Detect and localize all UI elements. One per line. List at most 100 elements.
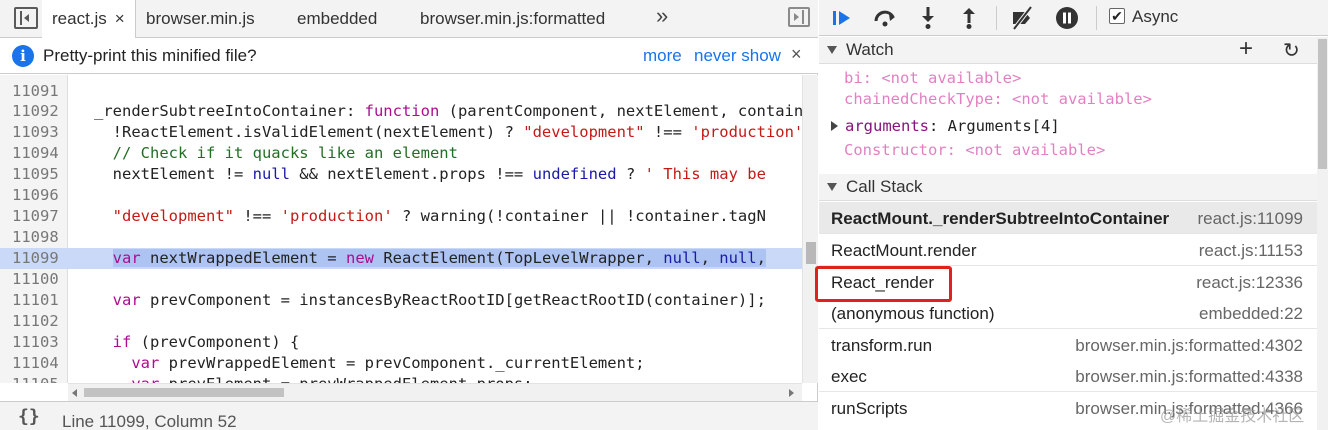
code-line[interactable]: 11091 — [0, 81, 802, 102]
code-line[interactable]: 11096 — [0, 185, 802, 206]
code-line[interactable]: 11094 // Check if it quacks like an elem… — [0, 143, 802, 164]
annotation-highlight-box — [815, 266, 952, 302]
add-watch-button[interactable]: + — [1239, 35, 1253, 63]
toolbar-divider — [996, 6, 997, 30]
pretty-print-button[interactable]: {} — [18, 406, 40, 427]
line-number[interactable]: 11103 — [0, 332, 68, 353]
more-tabs-icon[interactable]: » — [656, 3, 668, 29]
resume-icon[interactable] — [829, 5, 855, 31]
close-icon[interactable]: × — [791, 44, 802, 65]
step-over-icon[interactable] — [872, 5, 898, 31]
code-text: nextElement != null && nextElement.props… — [94, 165, 766, 183]
line-number[interactable]: 11092 — [0, 101, 68, 122]
more-link[interactable]: more — [643, 46, 682, 66]
watch-item[interactable]: chainedCheckType: <not available> — [819, 90, 1317, 114]
line-number[interactable]: 11100 — [0, 269, 68, 290]
section-title: Watch — [846, 40, 894, 59]
code-text: var nextWrappedElement = new ReactElemen… — [112, 249, 766, 267]
code-text: if (prevComponent) { — [112, 333, 300, 351]
toggle-navigator-icon[interactable] — [14, 7, 38, 29]
line-number[interactable]: 11094 — [0, 143, 68, 164]
expand-triangle-icon[interactable] — [831, 121, 838, 131]
frame-location[interactable]: embedded:22 — [1199, 304, 1303, 324]
frame-location[interactable]: browser.min.js:formatted:4302 — [1075, 336, 1303, 356]
deactivate-breakpoints-icon[interactable] — [1009, 5, 1035, 31]
frame-location[interactable]: react.js:12336 — [1196, 273, 1303, 293]
tab-embedded[interactable]: embedded — [297, 0, 377, 38]
line-number[interactable]: 11096 — [0, 185, 68, 206]
watch-expression: arguments — [845, 117, 929, 135]
code-line[interactable]: 11102 — [0, 311, 802, 332]
cursor-position: Line 11099, Column 52 — [62, 412, 237, 430]
line-number[interactable]: 11105 — [0, 374, 68, 383]
call-frame[interactable]: exec browser.min.js:formatted:4338 — [819, 360, 1317, 392]
watch-value: <not available> — [965, 141, 1106, 159]
code-line-current[interactable]: 11099 var nextWrappedElement = new React… — [0, 248, 802, 269]
code-line[interactable]: 11097 "development" !== 'production' ? w… — [0, 206, 802, 227]
scrollbar-thumb[interactable] — [84, 388, 284, 397]
infobar-message: Pretty-print this minified file? — [43, 46, 257, 65]
line-number[interactable]: 11099 — [0, 248, 68, 269]
sidebar-scrollbar[interactable] — [1317, 37, 1328, 430]
close-icon[interactable]: × — [115, 9, 125, 28]
line-number[interactable]: 11091 — [0, 81, 68, 102]
call-frame[interactable]: ReactMount.render react.js:11153 — [819, 234, 1317, 266]
code-line[interactable]: 11101 var prevComponent = instancesByRea… — [0, 290, 802, 311]
refresh-watch-button[interactable]: ↻ — [1283, 38, 1300, 63]
line-number[interactable]: 11093 — [0, 122, 68, 143]
pause-on-exceptions-icon[interactable] — [1054, 5, 1080, 31]
code-editor[interactable]: 11091 11092 _renderSubtreeIntoContainer: … — [0, 75, 802, 383]
scroll-right-icon[interactable] — [789, 389, 794, 397]
tab-react-js[interactable]: react.js × — [42, 0, 136, 39]
never-show-link[interactable]: never show — [694, 46, 781, 66]
line-number[interactable]: 11098 — [0, 227, 68, 248]
line-number[interactable]: 11104 — [0, 353, 68, 374]
scrollbar-thumb[interactable] — [806, 242, 816, 264]
code-line[interactable]: 11104 var prevWrappedElement = prevCompo… — [0, 353, 802, 374]
scrollbar-thumb[interactable] — [1318, 39, 1327, 169]
step-out-icon[interactable] — [956, 5, 982, 31]
code-text: !ReactElement.isValidElement(nextElement… — [94, 123, 802, 141]
call-stack-section-header[interactable]: Call Stack — [819, 174, 1317, 201]
tab-label: react.js — [52, 9, 107, 28]
step-into-icon[interactable] — [915, 5, 941, 31]
code-line[interactable]: 11093 !ReactElement.isValidElement(nextE… — [0, 122, 802, 143]
watch-item[interactable]: Constructor: <not available> — [819, 141, 1317, 165]
collapse-triangle-icon — [827, 46, 837, 54]
async-checkbox[interactable]: ✔ — [1109, 8, 1125, 24]
code-text: var prevComponent = instancesByReactRoot… — [112, 291, 766, 309]
editor-status-bar: {} Line 11099, Column 52 — [0, 401, 818, 430]
line-number[interactable]: 11102 — [0, 311, 68, 332]
sources-editor-pane: react.js × browser.min.js embedded browse… — [0, 0, 818, 430]
call-frame[interactable]: ReactMount._renderSubtreeIntoContainer r… — [819, 202, 1317, 234]
section-title: Call Stack — [846, 177, 923, 196]
watch-item-expandable[interactable]: arguments: Arguments[4] — [819, 117, 1317, 141]
frame-function: exec — [831, 367, 867, 386]
code-text: var prevWrappedElement = prevComponent._… — [131, 354, 645, 372]
code-line[interactable]: 11095 nextElement != null && nextElement… — [0, 164, 802, 185]
code-line[interactable]: 11103 if (prevComponent) { — [0, 332, 802, 353]
watch-section-header[interactable]: Watch + ↻ — [819, 35, 1317, 64]
tab-browser-min-js[interactable]: browser.min.js — [146, 0, 255, 38]
tab-label: browser.min.js — [146, 9, 255, 28]
info-icon: i — [12, 45, 34, 67]
line-number[interactable]: 11095 — [0, 164, 68, 185]
editor-vertical-scrollbar[interactable] — [802, 75, 818, 383]
scroll-left-icon[interactable] — [72, 389, 77, 397]
code-line[interactable]: 11105 var prevElement = prevWrappedEleme… — [0, 374, 802, 383]
code-text: "development" !== 'production' ? warning… — [112, 207, 766, 225]
code-line[interactable]: 11100 — [0, 269, 802, 290]
frame-location[interactable]: react.js:11099 — [1197, 209, 1303, 229]
line-number[interactable]: 11097 — [0, 206, 68, 227]
toggle-debugger-icon[interactable] — [788, 7, 810, 27]
frame-location[interactable]: react.js:11153 — [1199, 241, 1303, 261]
code-line[interactable]: 11098 — [0, 227, 802, 248]
call-frame[interactable]: transform.run browser.min.js:formatted:4… — [819, 329, 1317, 361]
line-number[interactable]: 11101 — [0, 290, 68, 311]
tab-label: browser.min.js:formatted — [420, 9, 606, 28]
editor-tab-bar: react.js × browser.min.js embedded browse… — [0, 0, 818, 39]
frame-location[interactable]: browser.min.js:formatted:4338 — [1075, 367, 1303, 387]
tab-browser-min-js-formatted[interactable]: browser.min.js:formatted — [420, 0, 605, 38]
editor-horizontal-scrollbar[interactable] — [68, 383, 802, 401]
code-line[interactable]: 11092 _renderSubtreeIntoContainer: functi… — [0, 101, 802, 122]
